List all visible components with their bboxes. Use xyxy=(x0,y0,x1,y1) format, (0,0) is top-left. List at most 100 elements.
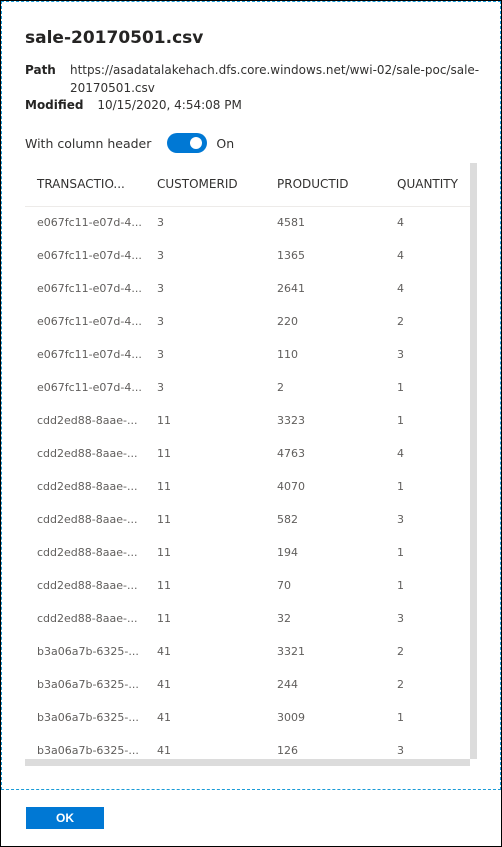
table-cell: 4070 xyxy=(277,480,305,493)
table-cell: 110 xyxy=(277,348,298,361)
table-cell: 3 xyxy=(157,315,164,328)
table-cell: 3323 xyxy=(277,414,305,427)
table-cell: 3321 xyxy=(277,645,305,658)
table-row: cdd2ed88-8aae-... 11 194 1 xyxy=(25,537,470,570)
table-header: TRANSACTIO... CUSTOMERID PRODUCTID QUANT… xyxy=(25,163,470,207)
table-row: cdd2ed88-8aae-... 11 4070 1 xyxy=(25,471,470,504)
table-cell: 1 xyxy=(397,711,404,724)
table-cell: 11 xyxy=(157,513,171,526)
table-cell: cdd2ed88-8aae-... xyxy=(37,414,138,427)
table-cell: cdd2ed88-8aae-... xyxy=(37,480,138,493)
table-cell: cdd2ed88-8aae-... xyxy=(37,612,138,625)
table-cell: 2 xyxy=(397,315,404,328)
table-cell: 11 xyxy=(157,546,171,559)
table-cell: 1 xyxy=(397,381,404,394)
table-cell: 3 xyxy=(157,216,164,229)
table-cell: 1 xyxy=(397,414,404,427)
table-cell: 4763 xyxy=(277,447,305,460)
vertical-scrollbar[interactable] xyxy=(470,163,477,759)
table-row: cdd2ed88-8aae-... 11 3323 1 xyxy=(25,405,470,438)
table-cell: 2 xyxy=(277,381,284,394)
table-cell: 11 xyxy=(157,447,171,460)
table-cell: e067fc11-e07d-4... xyxy=(37,249,142,262)
column-header[interactable]: QUANTITY xyxy=(397,177,458,191)
table-cell: 3 xyxy=(157,282,164,295)
path-label: Path xyxy=(25,63,56,77)
table-row: cdd2ed88-8aae-... 11 70 1 xyxy=(25,570,470,603)
table-cell: e067fc11-e07d-4... xyxy=(37,216,142,229)
table-cell: 41 xyxy=(157,744,171,757)
column-header-setting: With column header On xyxy=(25,133,234,153)
table-row: e067fc11-e07d-4... 3 4581 4 xyxy=(25,207,470,240)
table-cell: 2 xyxy=(397,645,404,658)
modified-row: Modified 10/15/2020, 4:54:08 PM xyxy=(25,98,242,112)
table-cell: 2641 xyxy=(277,282,305,295)
preview-table: TRANSACTIO... CUSTOMERID PRODUCTID QUANT… xyxy=(25,163,470,759)
table-cell: 11 xyxy=(157,414,171,427)
table-cell: 11 xyxy=(157,480,171,493)
table-cell: 3 xyxy=(157,381,164,394)
table-row: b3a06a7b-6325-... 41 3321 2 xyxy=(25,636,470,669)
table-cell: 1365 xyxy=(277,249,305,262)
table-cell: b3a06a7b-6325-... xyxy=(37,744,139,757)
table-cell: cdd2ed88-8aae-... xyxy=(37,546,138,559)
table-cell: 1 xyxy=(397,579,404,592)
path-value: https://asadatalakehach.dfs.core.windows… xyxy=(70,63,480,95)
table-cell: cdd2ed88-8aae-... xyxy=(37,447,138,460)
table-cell: 4 xyxy=(397,249,404,262)
table-row: cdd2ed88-8aae-... 11 4763 4 xyxy=(25,438,470,471)
table-cell: 4 xyxy=(397,216,404,229)
table-cell: 3 xyxy=(397,513,404,526)
dialog-title: sale-20170501.csv xyxy=(25,28,204,48)
column-header[interactable]: TRANSACTIO... xyxy=(37,177,125,191)
table-cell: 11 xyxy=(157,612,171,625)
table-cell: 2 xyxy=(397,678,404,691)
column-header-toggle[interactable] xyxy=(167,133,208,153)
table-cell: 4 xyxy=(397,282,404,295)
column-header[interactable]: CUSTOMERID xyxy=(157,177,238,191)
table-row: e067fc11-e07d-4... 3 1365 4 xyxy=(25,240,470,273)
table-row: b3a06a7b-6325-... 41 3009 1 xyxy=(25,702,470,735)
table-cell: 582 xyxy=(277,513,298,526)
table-cell: 3009 xyxy=(277,711,305,724)
table-row: b3a06a7b-6325-... 41 126 3 xyxy=(25,735,470,759)
path-row: Path https://asadatalakehach.dfs.core.wi… xyxy=(25,61,485,97)
table-cell: b3a06a7b-6325-... xyxy=(37,711,139,724)
table-row: cdd2ed88-8aae-... 11 582 3 xyxy=(25,504,470,537)
table-cell: 3 xyxy=(397,348,404,361)
column-header-label: With column header xyxy=(25,135,152,151)
toggle-state: On xyxy=(216,135,235,151)
table-cell: 3 xyxy=(397,612,404,625)
table-cell: 4581 xyxy=(277,216,305,229)
horizontal-scrollbar[interactable] xyxy=(25,759,470,766)
table-cell: e067fc11-e07d-4... xyxy=(37,315,142,328)
table-cell: e067fc11-e07d-4... xyxy=(37,381,142,394)
table-row: e067fc11-e07d-4... 3 2641 4 xyxy=(25,273,470,306)
table-cell: 194 xyxy=(277,546,298,559)
table-cell: cdd2ed88-8aae-... xyxy=(37,579,138,592)
table-cell: cdd2ed88-8aae-... xyxy=(37,513,138,526)
table-cell: 126 xyxy=(277,744,298,757)
table-cell: b3a06a7b-6325-... xyxy=(37,645,139,658)
table-cell: 220 xyxy=(277,315,298,328)
table-cell: 32 xyxy=(277,612,291,625)
table-cell: e067fc11-e07d-4... xyxy=(37,282,142,295)
table-row: cdd2ed88-8aae-... 11 32 3 xyxy=(25,603,470,636)
column-header[interactable]: PRODUCTID xyxy=(277,177,349,191)
table-cell: 3 xyxy=(397,744,404,757)
table-cell: 4 xyxy=(397,447,404,460)
table-row: e067fc11-e07d-4... 3 220 2 xyxy=(25,306,470,339)
table-cell: 11 xyxy=(157,579,171,592)
modified-label: Modified xyxy=(25,98,84,112)
table-cell: e067fc11-e07d-4... xyxy=(37,348,142,361)
modified-value: 10/15/2020, 4:54:08 PM xyxy=(97,98,242,112)
table-cell: 41 xyxy=(157,711,171,724)
table-cell: 70 xyxy=(277,579,291,592)
ok-button[interactable]: OK xyxy=(26,807,104,829)
table-cell: 1 xyxy=(397,546,404,559)
table-row: e067fc11-e07d-4... 3 2 1 xyxy=(25,372,470,405)
table-cell: 244 xyxy=(277,678,298,691)
table-cell: 3 xyxy=(157,249,164,262)
table-row: e067fc11-e07d-4... 3 110 3 xyxy=(25,339,470,372)
table-row: b3a06a7b-6325-... 41 244 2 xyxy=(25,669,470,702)
